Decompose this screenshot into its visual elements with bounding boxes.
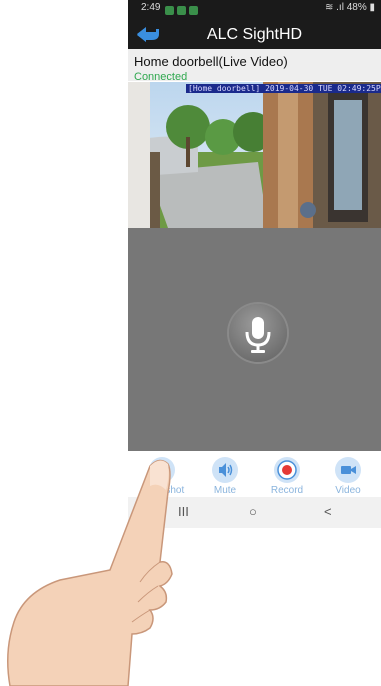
device-header: Home doorbell(Live Video) Connected [128,49,381,81]
mute-label: Mute [213,485,237,496]
battery-text: 48% [346,2,367,13]
home-button[interactable]: ○ [249,504,257,519]
record-label: Record [270,485,304,496]
video-camera-icon [335,457,361,483]
live-video-view[interactable]: [Home doorbell] 2019-04-30 TUE 02:49:25P… [128,82,381,228]
status-right: ≋ .ıl 48% ▮ [325,2,375,13]
mute-button[interactable]: Mute [205,457,245,496]
status-time: 2:49 [141,2,161,13]
app-bar: ALC SightHD [128,20,381,49]
video-button[interactable]: Video [328,457,368,496]
app-title: ALC SightHD [206,26,303,43]
connection-status: Connected [134,71,188,81]
back-button[interactable]: < [324,504,332,519]
device-name: Home doorbell(Live Video) [134,54,288,69]
record-button[interactable]: Record [267,457,307,496]
video-frame [128,82,381,228]
record-icon [274,457,300,483]
notification-icon [189,6,198,15]
speaker-icon [212,457,238,483]
microphone-icon [245,317,271,353]
video-timestamp: [Home doorbell] 2019-04-30 TUE 02:49:25P… [186,84,381,93]
pointing-hand-illustration [7,459,173,686]
notification-icon [165,6,174,15]
phone-screen: 2:49 ≋ .ıl 48% ▮ ALC SightHD Home doorbe… [128,0,381,528]
battery-icon: ▮ [366,2,375,13]
microphone-button[interactable] [229,304,287,362]
status-bar: 2:49 ≋ .ıl 48% ▮ [128,0,381,20]
talk-area [128,228,381,451]
video-label: Video [335,485,361,496]
notification-icon [177,6,186,15]
wifi-signal-icon: ≋ .ıl [324,2,347,13]
